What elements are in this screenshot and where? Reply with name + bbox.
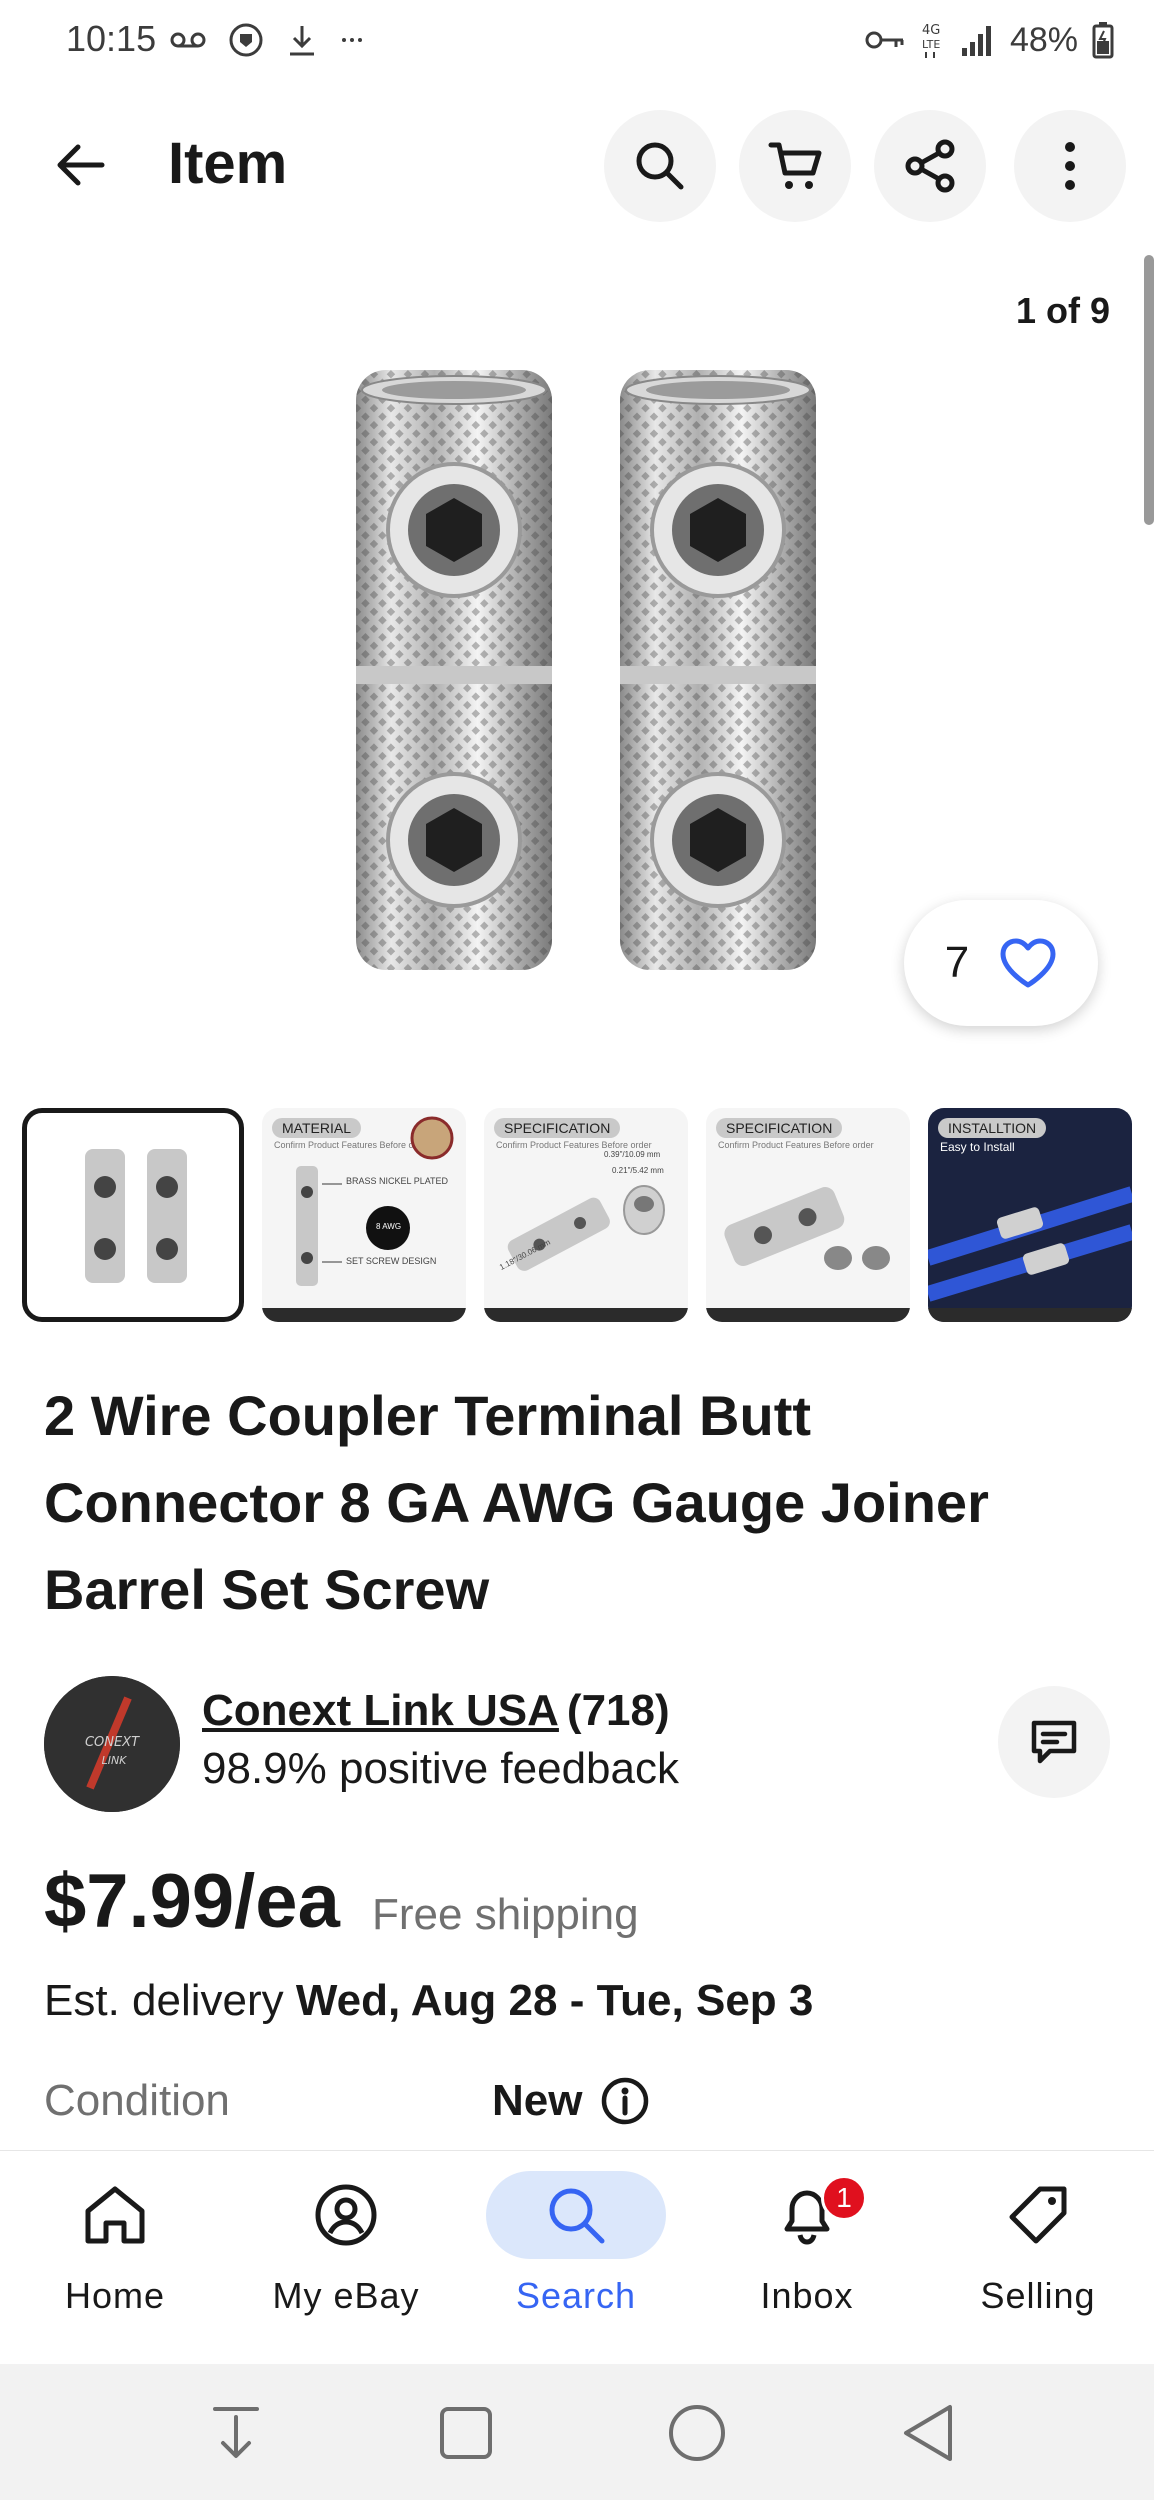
- status-bar: 10:15 4G LTE 48%: [0, 0, 1154, 84]
- thumbnail-image: [928, 1186, 1132, 1302]
- square-icon: [440, 2407, 492, 2459]
- thumbnail-strip[interactable]: MATERIAL Confirm Product Features Before…: [22, 1108, 1154, 1328]
- share-icon: [905, 139, 955, 193]
- nav-label: Selling: [980, 2275, 1096, 2316]
- home-icon: [85, 2186, 145, 2244]
- status-time: 10:15: [66, 18, 157, 59]
- back-button[interactable]: [40, 125, 120, 205]
- thumbnail-image: [507, 1185, 665, 1271]
- svg-text:LTE: LTE: [922, 38, 940, 51]
- circle-icon: [669, 2405, 725, 2461]
- image-counter: 1 of 9: [1015, 290, 1110, 331]
- thumbnail-image: [85, 1149, 187, 1283]
- thumbnail-3[interactable]: SPECIFICATION Confirm Product Features B…: [484, 1108, 688, 1322]
- heart-icon: [1000, 938, 1056, 988]
- seller-feedback-count: (718): [566, 1686, 670, 1735]
- search-button[interactable]: [604, 110, 716, 222]
- home-system-button[interactable]: [657, 2398, 737, 2468]
- thumbnail-4[interactable]: SPECIFICATION Confirm Product Features B…: [706, 1108, 910, 1322]
- arrow-down-icon: [213, 2407, 259, 2458]
- more-vertical-icon: [1065, 142, 1075, 190]
- app-header: Item: [0, 100, 1154, 230]
- tag-icon: [1009, 2186, 1067, 2244]
- delivery-prefix: Est. delivery: [44, 1976, 296, 2025]
- svg-text:4G: 4G: [922, 23, 940, 38]
- seller-feedback-percent: 98.9% positive feedback: [202, 1744, 679, 1793]
- nav-home[interactable]: Home: [15, 2171, 215, 2351]
- item-price: $7.99/ea: [44, 1859, 340, 1944]
- thumbnail-1[interactable]: [22, 1108, 244, 1322]
- signal-icon: [961, 26, 991, 56]
- download-icon: [290, 26, 314, 56]
- svg-text:LINK: LINK: [102, 1754, 128, 1767]
- nav-my-ebay[interactable]: My eBay: [246, 2171, 446, 2351]
- key-icon: [865, 31, 904, 49]
- arrow-left-icon: [57, 144, 105, 186]
- recent-apps-button[interactable]: [426, 2398, 506, 2468]
- barrel-right: [620, 370, 816, 970]
- search-icon: [549, 2188, 605, 2244]
- account-icon: [315, 2184, 377, 2246]
- thumbnail-badge: 8 AWG: [376, 1222, 402, 1231]
- back-system-button[interactable]: [888, 2398, 968, 2468]
- seller-name-link[interactable]: Conext Link USA: [202, 1686, 559, 1735]
- share-button[interactable]: [874, 110, 986, 222]
- seller-logo: CONEXT LINK: [44, 1676, 180, 1812]
- triangle-back-icon: [904, 2405, 952, 2461]
- shield-icon: [229, 23, 263, 57]
- nav-selling[interactable]: Selling: [938, 2171, 1138, 2351]
- voicemail-icon: [170, 32, 206, 48]
- nav-search[interactable]: Search: [476, 2171, 676, 2351]
- cart-button[interactable]: [739, 110, 851, 222]
- thumbnail-2[interactable]: MATERIAL Confirm Product Features Before…: [262, 1108, 466, 1322]
- image-gallery[interactable]: 1 of 9 7: [0, 240, 1154, 1080]
- more-options-button[interactable]: [1014, 110, 1126, 222]
- thumbnail-image: [724, 1187, 890, 1270]
- product-image[interactable]: [340, 370, 830, 990]
- seller-info: Conext Link USA (718): [202, 1686, 670, 1736]
- info-icon[interactable]: [600, 2076, 650, 2126]
- svg-text:CONEXT: CONEXT: [85, 1735, 140, 1750]
- nav-label: My eBay: [272, 2275, 420, 2316]
- search-icon: [636, 142, 684, 190]
- more-dots-icon: [342, 38, 362, 42]
- scroll-indicator: [1144, 255, 1154, 525]
- thumbnail-text: SET SCREW DESIGN: [346, 1256, 437, 1266]
- condition-value: New: [492, 2076, 650, 2126]
- delivery-estimate: Est. delivery Wed, Aug 28 - Tue, Sep 3: [44, 1976, 813, 2026]
- system-navigation-bar: [0, 2364, 1154, 2500]
- condition-label: Condition: [44, 2076, 230, 2125]
- nav-label: Inbox: [760, 2275, 854, 2316]
- battery-icon: [1092, 22, 1114, 59]
- thumbnail-text: BRASS NICKEL PLATED: [346, 1176, 449, 1186]
- item-title: 2 Wire Coupler Terminal Butt Connector 8…: [44, 1384, 989, 1621]
- message-seller-button[interactable]: [998, 1686, 1110, 1798]
- inbox-badge: 1: [821, 2175, 867, 2221]
- barrel-left: [356, 370, 552, 970]
- shipping-info: Free shipping: [372, 1890, 639, 1939]
- thumbnail-5[interactable]: INSTALLTION Easy to Install: [928, 1108, 1132, 1322]
- battery-percent: 48%: [1009, 20, 1078, 59]
- chat-icon: [1031, 1720, 1077, 1764]
- nav-inbox[interactable]: 1 Inbox: [707, 2171, 907, 2351]
- nav-label: Home: [64, 2275, 166, 2316]
- lte-icon: 4GLTE: [922, 23, 940, 58]
- delivery-range: Wed, Aug 28 - Tue, Sep 3: [295, 1976, 814, 2025]
- page-title: Item: [168, 131, 288, 196]
- thumbnail-image: [296, 1116, 454, 1286]
- hide-keyboard-button[interactable]: [196, 2398, 276, 2468]
- cart-icon: [768, 142, 822, 189]
- watch-count: 7: [944, 938, 970, 987]
- bottom-navigation: Home My eBay Search 1 Inbox Selling: [0, 2150, 1154, 2364]
- condition-text: New: [492, 2076, 583, 2125]
- seller-avatar[interactable]: CONEXT LINK: [44, 1676, 180, 1812]
- watch-button[interactable]: 7: [904, 900, 1098, 1026]
- nav-label: Search: [515, 2275, 637, 2316]
